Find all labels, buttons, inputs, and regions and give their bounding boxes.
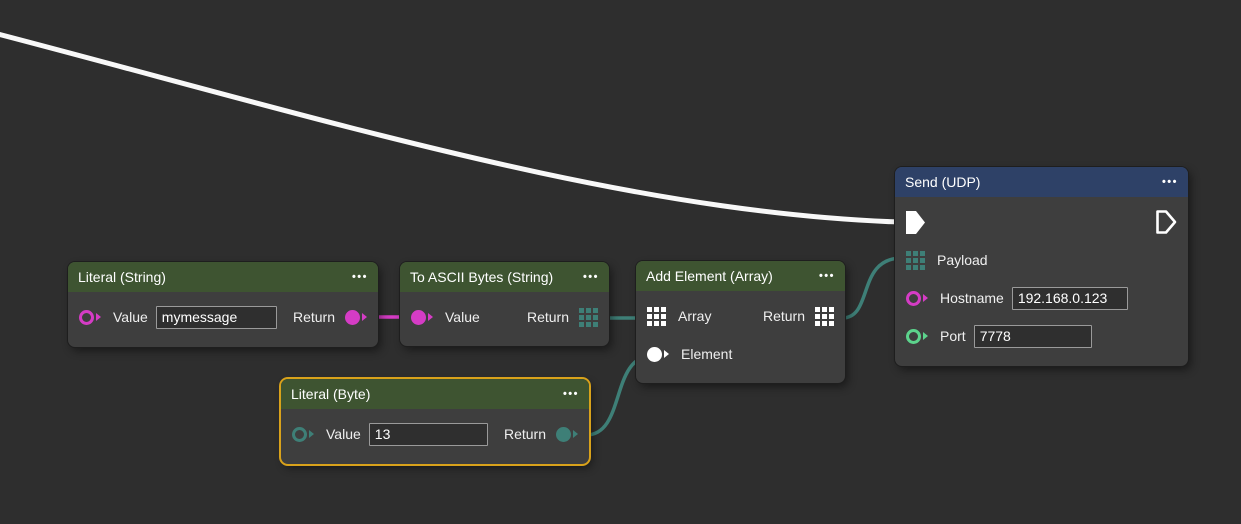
return-label: Return [293,309,335,325]
return-output-pin[interactable] [345,310,367,325]
value-field[interactable] [156,306,277,329]
element-label: Element [681,346,732,362]
value-input-pin[interactable] [411,310,433,325]
node-title: To ASCII Bytes (String) [410,269,553,285]
node-literal-string[interactable]: Literal (String) ••• Value Return [68,262,378,347]
port-label: Port [940,328,966,344]
row-value: Value Return [400,298,609,336]
value-label: Value [113,309,148,325]
row-payload: Payload [895,241,1188,279]
byte-pin-icon [292,427,307,442]
node-literal-byte[interactable]: Literal (Byte) ••• Value Return [281,379,589,464]
node-editor-canvas[interactable]: Literal (String) ••• Value Return [0,0,1241,524]
pin-arrow-icon [923,294,928,302]
pin-arrow-icon [923,332,928,340]
node-title: Send (UDP) [905,174,980,190]
node-title: Add Element (Array) [646,268,773,284]
value-label: Value [326,426,361,442]
element-input-pin[interactable] [647,347,669,362]
exec-output-pin[interactable] [1156,210,1177,234]
row-value: Value Return [68,298,378,336]
value-input-pin[interactable] [292,427,314,442]
node-add-element-header[interactable]: Add Element (Array) ••• [636,261,845,291]
array-label: Array [678,308,711,324]
byte-array-pin-icon[interactable] [906,251,925,270]
value-input-pin[interactable] [79,310,101,325]
node-to-ascii-bytes-header[interactable]: To ASCII Bytes (String) ••• [400,262,609,292]
pin-arrow-icon [664,350,669,358]
port-input-pin[interactable] [906,329,928,344]
row-port: Port [895,317,1188,355]
pin-arrow-icon [573,430,578,438]
wire-exec-to-send-udp[interactable] [0,33,898,222]
pin-arrow-icon [309,430,314,438]
pin-arrow-icon [96,313,101,321]
hostname-input-pin[interactable] [906,291,928,306]
exec-in-icon [906,211,926,234]
node-add-element[interactable]: Add Element (Array) ••• Array Return Ele… [636,261,845,383]
pin-arrow-icon [362,313,367,321]
string-pin-icon [79,310,94,325]
wire-addelement-to-payload[interactable] [842,258,902,318]
node-literal-byte-header[interactable]: Literal (Byte) ••• [281,379,589,409]
return-label: Return [527,309,569,325]
exec-out-icon [1156,210,1177,234]
generic-pin-icon [647,347,662,362]
node-menu-icon[interactable]: ••• [352,271,368,283]
payload-label: Payload [937,252,988,268]
node-title: Literal (Byte) [291,386,370,402]
row-element: Element [636,335,845,373]
port-field[interactable] [974,325,1092,348]
hostname-label: Hostname [940,290,1004,306]
byte-array-pin-icon[interactable] [579,308,598,327]
row-exec [895,203,1188,241]
byte-pin-icon [556,427,571,442]
return-output-pin[interactable] [556,427,578,442]
string-pin-icon [411,310,426,325]
node-menu-icon[interactable]: ••• [1162,176,1178,188]
node-menu-icon[interactable]: ••• [563,388,579,400]
node-send-udp-header[interactable]: Send (UDP) ••• [895,167,1188,197]
node-to-ascii-bytes[interactable]: To ASCII Bytes (String) ••• Value Return [400,262,609,346]
return-label: Return [504,426,546,442]
node-literal-string-header[interactable]: Literal (String) ••• [68,262,378,292]
row-hostname: Hostname [895,279,1188,317]
row-value: Value Return [281,415,589,453]
node-title: Literal (String) [78,269,166,285]
row-array: Array Return [636,297,845,335]
string-pin-icon [345,310,360,325]
hostname-field[interactable] [1012,287,1128,310]
pin-arrow-icon [428,313,433,321]
integer-pin-icon [906,329,921,344]
array-pin-icon[interactable] [647,307,666,326]
node-menu-icon[interactable]: ••• [583,271,599,283]
value-field[interactable] [369,423,488,446]
return-label: Return [763,308,805,324]
array-pin-icon[interactable] [815,307,834,326]
string-pin-icon [906,291,921,306]
node-menu-icon[interactable]: ••• [819,270,835,282]
value-label: Value [445,309,480,325]
node-send-udp[interactable]: Send (UDP) ••• Payload [895,167,1188,366]
exec-input-pin[interactable] [906,211,926,234]
